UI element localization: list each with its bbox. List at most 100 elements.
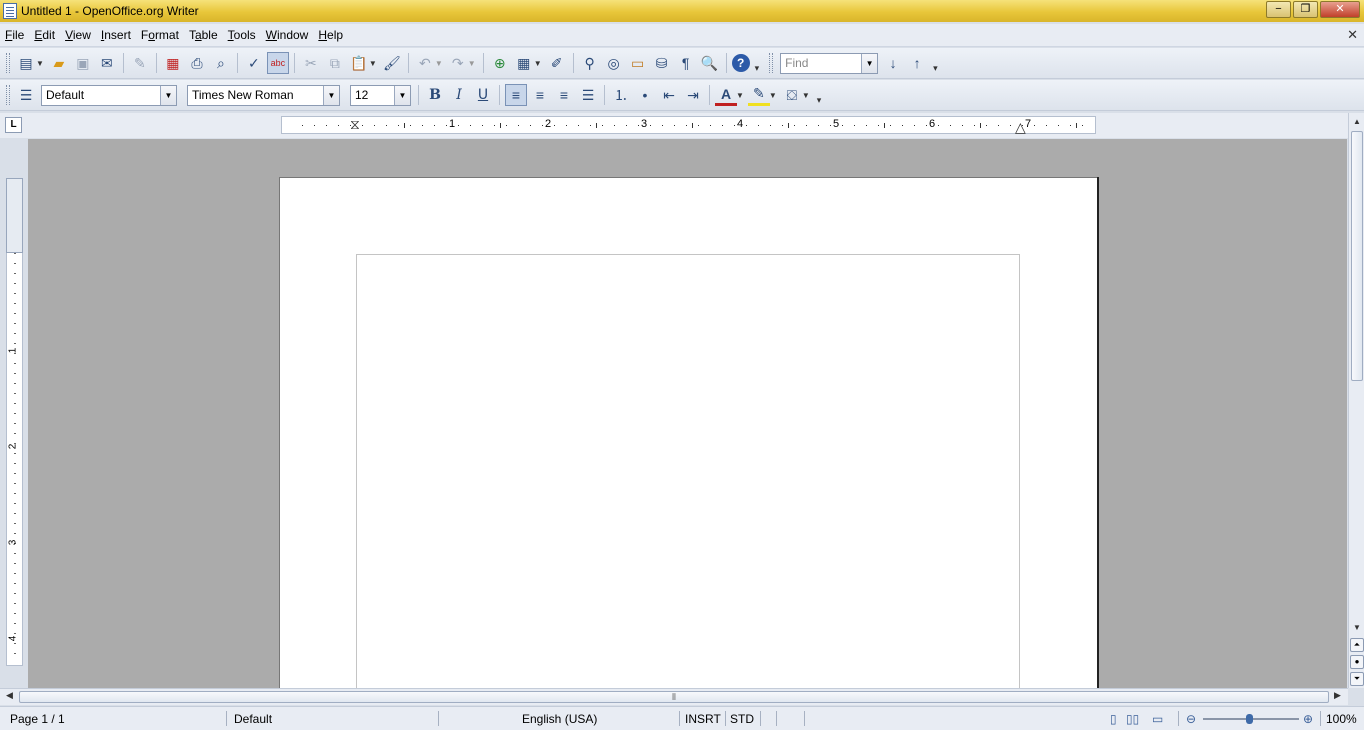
highlighting-icon[interactable]: ✎ xyxy=(747,84,770,106)
find-toolbar-options-chevron[interactable]: ▾ xyxy=(933,63,938,74)
underline-button[interactable]: U xyxy=(472,84,494,106)
navigator-icon[interactable]: ◎ xyxy=(603,52,625,74)
formatting-marks-icon[interactable]: ¶ xyxy=(675,52,697,74)
menu-window[interactable]: Window xyxy=(261,28,314,42)
bold-button[interactable]: B xyxy=(424,84,446,106)
zoom-level-status[interactable]: 100% xyxy=(1326,712,1357,726)
find-previous-up-icon[interactable]: ↑ xyxy=(906,52,928,74)
print-preview-icon[interactable]: ⌕ xyxy=(210,52,232,74)
navigation-icon[interactable]: ● xyxy=(1350,655,1364,669)
vertical-scroll-thumb[interactable] xyxy=(1351,131,1363,381)
font-name-combobox[interactable]: Times New Roman ▼ xyxy=(187,84,340,106)
align-right-icon[interactable]: ≡ xyxy=(553,84,575,106)
edit-file-icon[interactable]: ✎ xyxy=(129,52,151,74)
menu-help[interactable]: Help xyxy=(313,28,348,42)
bullets-icon[interactable]: • xyxy=(634,84,656,106)
decrease-indent-icon[interactable]: ⇤ xyxy=(658,84,680,106)
new-document-icon[interactable]: ▤ xyxy=(15,52,37,74)
writer-app-icon[interactable] xyxy=(3,3,17,19)
menu-insert[interactable]: Insert xyxy=(96,28,136,42)
horizontal-scrollbar[interactable]: ◀ ⦀ ▶ xyxy=(0,688,1348,705)
book-view-icon[interactable]: ▭ xyxy=(1152,712,1163,726)
justify-icon[interactable]: ☰ xyxy=(577,84,599,106)
open-folder-icon[interactable]: ▰ xyxy=(48,52,70,74)
background-color-icon[interactable]: ⛋ xyxy=(781,84,803,106)
redo-icon[interactable]: ↷ xyxy=(447,52,469,74)
page-number-status[interactable]: Page 1 / 1 xyxy=(10,712,65,726)
scroll-up-arrow[interactable]: ▲ xyxy=(1349,115,1364,129)
zoom-icon[interactable]: 🔍 xyxy=(699,52,721,74)
save-icon[interactable]: ▣ xyxy=(72,52,94,74)
top-margin-region[interactable] xyxy=(6,178,23,253)
align-center-icon[interactable]: ≡ xyxy=(529,84,551,106)
font-name-value[interactable]: Times New Roman xyxy=(188,88,323,102)
toolbar-options-chevron[interactable]: ▾ xyxy=(755,63,760,74)
zoom-in-icon[interactable]: ⊕ xyxy=(1303,712,1313,726)
minimize-button[interactable]: − xyxy=(1266,1,1291,18)
zoom-slider-knob[interactable] xyxy=(1246,714,1253,724)
highlighting-dropdown-arrow[interactable]: ▼ xyxy=(769,91,777,100)
font-size-value[interactable]: 12 xyxy=(351,88,394,102)
styles-formatting-icon[interactable]: ☰ xyxy=(15,84,37,106)
restore-button[interactable]: ❐ xyxy=(1293,1,1318,18)
page-style-status[interactable]: Default xyxy=(234,712,272,726)
text-boundaries[interactable] xyxy=(356,254,1020,704)
font-size-combobox[interactable]: 12 ▼ xyxy=(350,84,411,106)
hyperlink-icon[interactable]: ⊕ xyxy=(489,52,511,74)
vertical-scrollbar[interactable]: ▲ ▼ ⏶ ● ⏷ xyxy=(1348,113,1364,688)
toolbar-grip[interactable] xyxy=(769,53,774,73)
format-paintbrush-icon[interactable]: 🖌 xyxy=(381,52,403,74)
multi-page-view-icon[interactable]: ▯▯ xyxy=(1126,712,1139,726)
document-page[interactable] xyxy=(279,177,1097,704)
find-combobox[interactable]: Find ▼ xyxy=(780,52,879,74)
spellcheck-icon[interactable]: ✓ xyxy=(243,52,265,74)
close-document-button[interactable]: ✕ xyxy=(1347,27,1358,43)
previous-page-icon[interactable]: ⏶ xyxy=(1350,638,1364,652)
email-document-icon[interactable]: ✉ xyxy=(96,52,118,74)
zoom-out-icon[interactable]: ⊖ xyxy=(1186,712,1196,726)
horizontal-ruler[interactable]: ⧖ 1 2 3 4 5 6 7 △ xyxy=(281,116,1096,134)
redo-dropdown-arrow[interactable]: ▼ xyxy=(468,59,476,68)
font-color-dropdown-arrow[interactable]: ▼ xyxy=(736,91,744,100)
print-icon[interactable]: ⎙ xyxy=(186,52,208,74)
table-dropdown-arrow[interactable]: ▼ xyxy=(534,59,542,68)
increase-indent-icon[interactable]: ⇥ xyxy=(682,84,704,106)
left-indent-marker-icon[interactable]: ⧖ xyxy=(350,117,360,131)
numbering-icon[interactable]: ⒈ xyxy=(610,84,632,106)
find-dropdown-arrow[interactable]: ▼ xyxy=(861,53,878,73)
menu-file[interactable]: File xyxy=(0,28,29,42)
new-dropdown-arrow[interactable]: ▼ xyxy=(36,59,44,68)
insert-mode-status[interactable]: INSRT xyxy=(685,712,721,726)
find-next-down-icon[interactable]: ↓ xyxy=(882,52,904,74)
close-window-button[interactable]: ✕ xyxy=(1320,1,1360,18)
help-icon[interactable]: ? xyxy=(731,54,750,72)
menu-view[interactable]: View xyxy=(60,28,96,42)
paragraph-style-value[interactable]: Default xyxy=(42,88,160,102)
italic-button[interactable]: I xyxy=(448,84,470,106)
formatting-toolbar-options-chevron[interactable]: ▾ xyxy=(817,95,822,106)
paragraph-style-dropdown-arrow[interactable]: ▼ xyxy=(160,85,176,105)
font-name-dropdown-arrow[interactable]: ▼ xyxy=(323,85,339,105)
table-icon[interactable]: ▦ xyxy=(513,52,535,74)
toolbar-grip[interactable] xyxy=(6,85,10,105)
scroll-left-arrow[interactable]: ◀ xyxy=(6,690,13,701)
language-status[interactable]: English (USA) xyxy=(522,712,597,726)
menu-edit[interactable]: Edit xyxy=(29,28,60,42)
menu-table[interactable]: Table xyxy=(184,28,223,42)
export-pdf-icon[interactable]: ▦ xyxy=(162,52,184,74)
data-sources-icon[interactable]: ⛁ xyxy=(651,52,673,74)
show-draw-functions-icon[interactable]: ✐ xyxy=(546,52,568,74)
selection-mode-status[interactable]: STD xyxy=(730,712,754,726)
font-size-dropdown-arrow[interactable]: ▼ xyxy=(394,85,410,105)
paste-dropdown-arrow[interactable]: ▼ xyxy=(369,59,377,68)
tab-stop-selector[interactable]: L xyxy=(5,117,22,133)
paragraph-style-combobox[interactable]: Default ▼ xyxy=(41,84,177,106)
single-page-view-icon[interactable]: ▯ xyxy=(1110,712,1117,726)
scroll-down-arrow[interactable]: ▼ xyxy=(1349,621,1364,635)
right-indent-marker-icon[interactable]: △ xyxy=(1015,120,1026,134)
menu-format[interactable]: Format xyxy=(136,28,184,42)
menu-tools[interactable]: Tools xyxy=(223,28,261,42)
autospellcheck-icon[interactable]: abc xyxy=(266,52,289,74)
font-color-icon[interactable]: A xyxy=(715,84,737,106)
horizontal-scroll-thumb[interactable]: ⦀ xyxy=(19,691,1329,703)
